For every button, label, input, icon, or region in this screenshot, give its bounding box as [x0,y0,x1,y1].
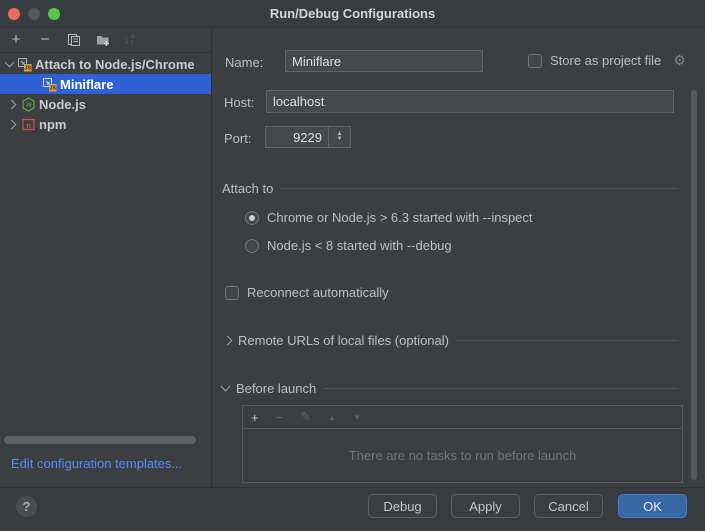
before-launch-section-header[interactable]: Before launch [222,381,677,396]
attach-to-title: Attach to [222,181,273,196]
tree-item-label: Node.js [39,97,86,112]
move-down-icon: ▼ [353,413,361,422]
help-icon[interactable]: ? [16,496,37,517]
before-launch-title: Before launch [236,381,316,396]
tree-item-label: Attach to Node.js/Chrome [35,57,195,72]
port-label: Port: [224,131,251,146]
tree-item-attach-to-node[interactable]: JS Attach to Node.js/Chrome [0,54,212,74]
move-up-icon: ▲ [328,413,336,422]
sort-arrow-icon: ↓ [124,34,130,46]
tree-item-label: Miniflare [60,77,113,92]
before-launch-panel: + − ✎ ▲ ▼ There are no tasks to run befo… [242,405,683,483]
chevron-right-icon [7,99,17,109]
gear-icon[interactable]: ⚙ [673,52,686,69]
store-as-project-file-option: Store as project file ⚙ [528,52,686,69]
nodejs-icon: JS [21,97,36,112]
store-as-project-file-label: Store as project file [550,53,661,68]
store-as-project-file-checkbox[interactable] [528,54,542,68]
radio-selected-icon [245,211,259,225]
svg-text:JS: JS [25,102,32,108]
svg-text:JS: JS [24,65,31,71]
reconnect-label: Reconnect automatically [247,285,389,300]
edit-configuration-templates-link[interactable]: Edit configuration templates... [11,456,182,471]
tree-item-label: npm [39,117,66,132]
port-input[interactable] [265,126,329,148]
port-field: ▲ ▼ [265,126,351,148]
sort-az-letters: az [131,34,135,46]
chevron-down-icon [221,382,231,392]
add-task-icon[interactable]: + [251,410,259,425]
chevron-right-icon [223,336,233,346]
remove-configuration-icon[interactable]: − [37,32,53,48]
attach-to-section-header: Attach to [222,181,677,196]
svg-text:n: n [26,121,31,130]
remove-task-icon: − [276,410,284,425]
name-label: Name: [225,55,263,70]
cancel-button[interactable]: Cancel [534,494,603,518]
attach-node-icon: JS [42,77,57,92]
remote-urls-title: Remote URLs of local files (optional) [238,333,449,348]
before-launch-empty-state: There are no tasks to run before launch [243,429,682,482]
radio-label: Chrome or Node.js > 6.3 started with --i… [267,210,533,225]
tree-item-npm[interactable]: n npm [0,114,212,134]
title-bar: Run/Debug Configurations [0,0,705,28]
radio-unselected-icon [245,239,259,253]
remote-urls-section-header[interactable]: Remote URLs of local files (optional) [224,333,677,348]
attach-option-debug[interactable]: Node.js < 8 started with --debug [245,238,452,253]
sidebar-toolbar: + − ↓ az [0,28,211,53]
add-configuration-icon[interactable]: + [8,32,24,48]
host-input[interactable] [266,90,674,113]
apply-button[interactable]: Apply [451,494,520,518]
sort-configurations-icon: ↓ az [124,34,134,46]
configurations-sidebar: + − ↓ az [0,28,212,487]
name-input[interactable] [285,50,483,72]
chevron-down-icon [5,58,15,68]
chevron-right-icon [7,119,17,129]
section-divider [457,340,677,341]
before-launch-toolbar: + − ✎ ▲ ▼ [243,406,682,429]
host-label: Host: [224,95,254,110]
port-stepper[interactable]: ▲ ▼ [329,126,351,148]
radio-label: Node.js < 8 started with --debug [267,238,452,253]
dialog-footer: ? Debug Apply Cancel OK [0,487,705,531]
new-folder-icon[interactable] [95,32,111,48]
section-divider [324,388,677,389]
section-divider [281,188,677,189]
ok-button[interactable]: OK [618,494,687,518]
configuration-form: Name: Store as project file ⚙ Host: Port… [212,28,705,487]
copy-icon [67,33,81,47]
stepper-down-icon: ▼ [337,137,343,142]
form-vertical-scrollbar[interactable] [691,90,697,480]
edit-task-icon: ✎ [300,409,311,425]
folder-plus-icon [96,34,110,47]
debug-button[interactable]: Debug [368,494,437,518]
copy-configuration-icon[interactable] [66,32,82,48]
npm-icon: n [21,117,36,132]
svg-text:JS: JS [49,85,56,91]
run-debug-configurations-dialog: Run/Debug Configurations + − [0,0,705,531]
sidebar-horizontal-scrollbar[interactable] [4,436,196,444]
attach-node-icon: JS [17,57,32,72]
attach-option-inspect[interactable]: Chrome or Node.js > 6.3 started with --i… [245,210,533,225]
reconnect-automatically-option[interactable]: Reconnect automatically [225,285,389,300]
tree-item-nodejs[interactable]: JS Node.js [0,94,212,114]
dialog-title: Run/Debug Configurations [0,0,705,28]
reconnect-checkbox [225,286,239,300]
tree-item-miniflare[interactable]: JS Miniflare [0,74,212,94]
